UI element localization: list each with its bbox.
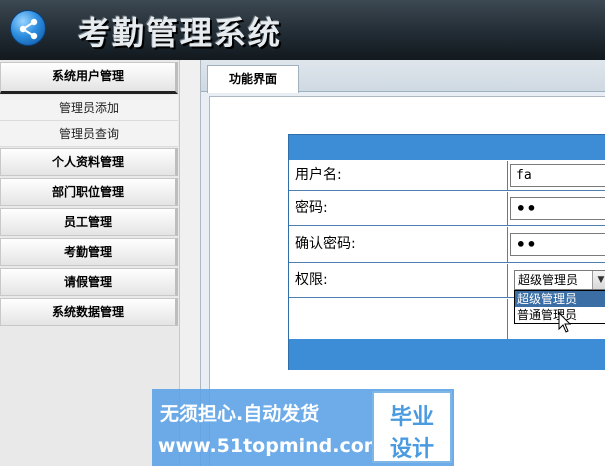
tab-strip: 功能界面 [201, 60, 605, 93]
role-select[interactable]: 超级管理员 ▼ [514, 270, 605, 290]
role-label: 权限: [289, 264, 508, 297]
menu-item-admin-add[interactable]: 管理员添加 [0, 95, 178, 121]
password-input[interactable]: •• [510, 197, 605, 220]
stamp-text-top: 毕业 [389, 405, 434, 430]
confirm-password-input[interactable]: •• [510, 233, 605, 256]
app-title: 考勤管理系统 [78, 14, 283, 52]
role-option-super-admin[interactable]: 超级管理员 [515, 291, 605, 307]
chevron-down-icon[interactable]: ▼ [592, 271, 605, 289]
menu-leave-management[interactable]: 请假管理 [0, 268, 178, 296]
tab-function-page[interactable]: 功能界面 [207, 65, 299, 93]
form-row-username: 用户名: fa [289, 161, 605, 191]
confirm-password-label: 确认密码: [289, 227, 508, 262]
username-label: 用户名: [289, 161, 508, 190]
mouse-cursor-icon [558, 312, 572, 333]
menu-department-position-management[interactable]: 部门职位管理 [0, 178, 178, 206]
form-row-confirm-password: 确认密码: •• [289, 227, 605, 263]
app-header: 考勤管理系统 [0, 0, 605, 60]
menu-system-user-management[interactable]: 系统用户管理 [0, 62, 178, 94]
watermark-stamp: 毕业 设计 [372, 391, 452, 463]
role-select-value: 超级管理员 [518, 273, 579, 287]
empty-cell [289, 299, 508, 339]
form-header-bar [289, 135, 605, 160]
menu-system-data-management[interactable]: 系统数据管理 [0, 298, 178, 326]
password-label: 密码: [289, 192, 508, 225]
admin-add-form: 用户名: fa 密码: •• 确认密码: •• 权限: 超级管理员 ▼ 超级管理… [288, 134, 605, 370]
form-row-role: 权限: 超级管理员 ▼ 超级管理员 普通管理员 [289, 264, 605, 324]
form-row-password: 密码: •• [289, 192, 605, 226]
watermark-banner: 无须担心.自动发货 www.51topmind.com 毕业 设计 [152, 389, 454, 466]
stamp-text-bottom: 设计 [389, 437, 434, 462]
menu-item-admin-query[interactable]: 管理员查询 [0, 121, 178, 147]
watermark-url: www.51topmind.com [158, 435, 384, 457]
watermark-slogan: 无须担心.自动发货 [160, 403, 320, 425]
form-footer-bar [289, 339, 605, 370]
menu-employee-management[interactable]: 员工管理 [0, 208, 178, 236]
username-input[interactable]: fa [510, 164, 605, 187]
share-icon [10, 10, 46, 46]
menu-personal-info-management[interactable]: 个人资料管理 [0, 148, 178, 176]
menu-attendance-management[interactable]: 考勤管理 [0, 238, 178, 266]
